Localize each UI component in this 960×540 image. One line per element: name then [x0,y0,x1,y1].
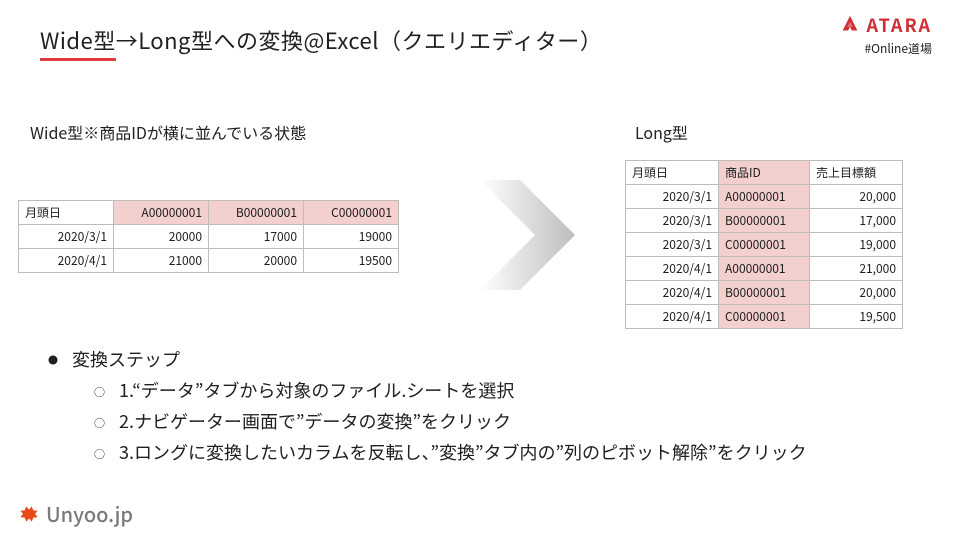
col-date: 月頭日 [626,161,719,185]
slide-title: Wide型→Long型への変換@Excel（クエリエディター） [40,24,602,56]
steps-heading: 変換ステップ [48,344,920,375]
brand-tagline: #Online道場 [839,40,933,57]
table-row: 月頭日 A00000001 B00000001 C00000001 [19,201,399,225]
table-row: 2020/3/1B0000000117,000 [626,209,903,233]
brand-name: ATARA [867,12,933,38]
brand-block: ATARA #Online道場 [839,12,933,57]
table-row: 月頭日 商品ID 売上目標額 [626,161,903,185]
col-c: C00000001 [304,201,399,225]
title-rest: →Long型への変換@Excel（クエリエディター） [116,24,603,56]
table-row: 2020/3/1C0000000119,000 [626,233,903,257]
subhead-long: Long型 [635,120,688,144]
col-id: 商品ID [719,161,810,185]
col-b: B00000001 [209,201,304,225]
table-row: 2020/3/1A0000000120,000 [626,185,903,209]
wide-table: 月頭日 A00000001 B00000001 C00000001 2020/3… [18,200,399,273]
arrow-icon [480,180,580,290]
footer-brand: Unyoo.jp [16,499,133,528]
list-item: 2.ナビゲーター画面で”データの変換”をクリック [94,406,920,437]
title-underlined: Wide型 [40,24,116,61]
list-item: 3.ロングに変換したいカラムを反転し、”変換”タブ内の”列のピボット解除”をクリ… [94,437,920,468]
subhead-wide: Wide型※商品IDが横に並んでいる状態 [30,120,306,144]
col-a: A00000001 [114,201,209,225]
long-table: 月頭日 商品ID 売上目標額 2020/3/1A0000000120,000 2… [625,160,903,329]
atara-logo-icon [839,14,861,36]
col-amount: 売上目標額 [810,161,903,185]
table-row: 2020/4/1C0000000119,500 [626,305,903,329]
list-item: 1.“データ”タブから対象のファイル.シートを選択 [94,375,920,406]
col-date: 月頭日 [19,201,114,225]
table-row: 2020/3/1 20000 17000 19000 [19,225,399,249]
steps-section: 変換ステップ 1.“データ”タブから対象のファイル.シートを選択 2.ナビゲータ… [48,344,920,468]
footer-label: Unyoo.jp [46,499,133,528]
table-row: 2020/4/1 21000 20000 19500 [19,249,399,273]
unyoo-gear-icon [16,501,42,527]
table-row: 2020/4/1B0000000120,000 [626,281,903,305]
table-row: 2020/4/1A0000000121,000 [626,257,903,281]
